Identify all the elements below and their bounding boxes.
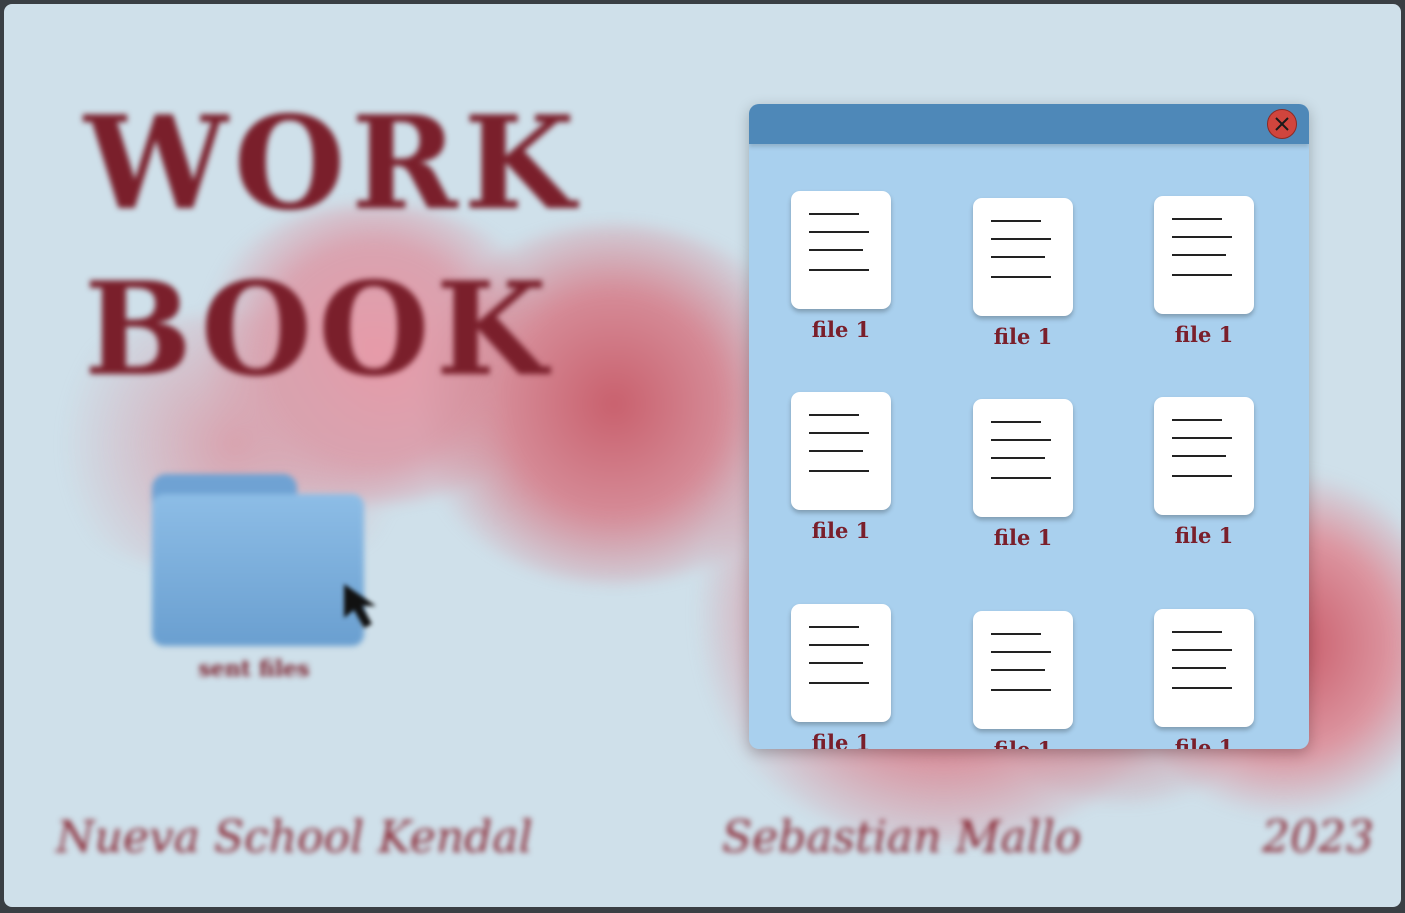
- title-work: WORK: [84, 89, 581, 239]
- file-label: file 1: [811, 730, 871, 749]
- document-icon: [1154, 609, 1254, 727]
- file-label: file 1: [972, 737, 1074, 749]
- document-icon: [973, 399, 1073, 517]
- close-icon: [1275, 117, 1289, 131]
- file-label: file 1: [993, 324, 1053, 349]
- file-item[interactable]: file 1: [972, 611, 1074, 749]
- close-button[interactable]: [1267, 109, 1297, 139]
- file-label: file 1: [811, 518, 871, 543]
- file-window: file 1 file 1 file 1 file 1 file 1 file …: [749, 104, 1309, 749]
- document-icon: [791, 191, 891, 309]
- file-item[interactable]: file 1: [1153, 196, 1255, 347]
- file-item[interactable]: file 1: [790, 604, 892, 749]
- file-item[interactable]: file 1: [1153, 609, 1255, 749]
- document-icon: [791, 604, 891, 722]
- file-label: file 1: [1174, 735, 1234, 749]
- window-titlebar[interactable]: [749, 104, 1309, 144]
- file-item[interactable]: file 1: [790, 392, 892, 543]
- document-icon: [791, 392, 891, 510]
- file-item[interactable]: file 1: [790, 191, 892, 342]
- document-icon: [1154, 196, 1254, 314]
- cursor-icon: [344, 584, 376, 628]
- document-icon: [1154, 397, 1254, 515]
- file-label: file 1: [1174, 523, 1234, 548]
- title-book: BOOK: [84, 255, 553, 405]
- folder-label[interactable]: sent files: [154, 656, 354, 682]
- footer-left: Nueva School Kendal: [56, 812, 533, 863]
- file-item[interactable]: file 1: [972, 198, 1074, 349]
- file-label: file 1: [993, 525, 1053, 550]
- document-icon: [973, 198, 1073, 316]
- footer-right: 2023: [1262, 812, 1374, 863]
- file-label: file 1: [811, 317, 871, 342]
- document-icon: [973, 611, 1073, 729]
- file-label: file 1: [1174, 322, 1234, 347]
- folder-icon[interactable]: [152, 474, 364, 646]
- file-item[interactable]: file 1: [1153, 397, 1255, 548]
- file-item[interactable]: file 1: [972, 399, 1074, 550]
- footer-center: Sebastian Mallo: [722, 812, 1082, 863]
